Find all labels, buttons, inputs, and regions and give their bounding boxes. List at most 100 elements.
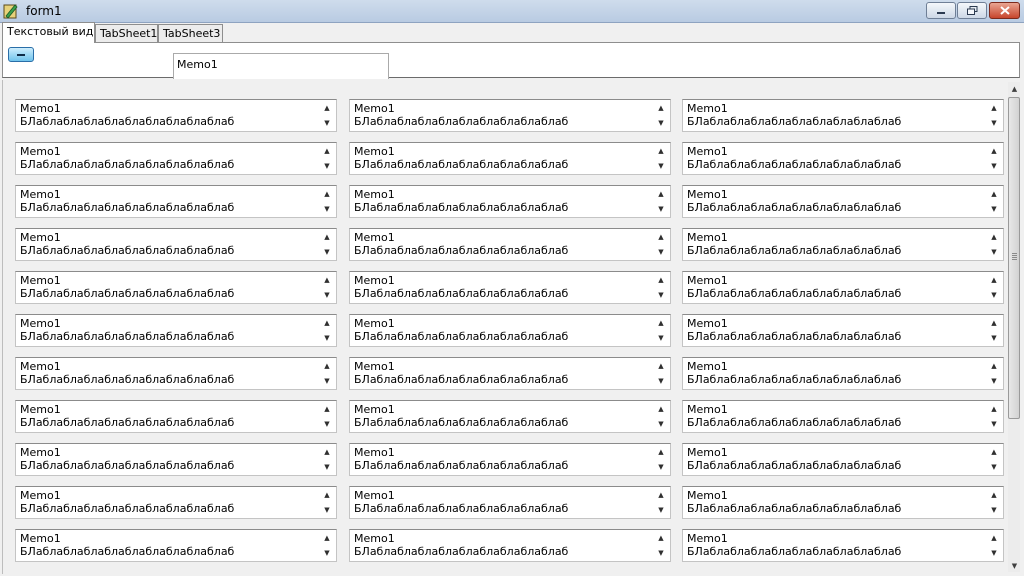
scroll-up-icon[interactable]: ▲ (987, 101, 1001, 115)
top-memo[interactable]: Memo1 (173, 53, 389, 79)
scroll-up-icon[interactable]: ▲ (320, 402, 334, 416)
scroll-up-icon[interactable]: ▲ (320, 531, 334, 545)
scroll-down-icon[interactable]: ▼ (987, 116, 1001, 130)
tab-tabsheet1[interactable]: TabSheet1 (95, 24, 158, 42)
scroll-down-icon[interactable]: ▼ (320, 202, 334, 216)
memo-box[interactable]: Memo1 БЛаблаблаблаблаблаблаблаблаблаб ▲ ▼ (15, 228, 337, 261)
scroll-down-icon[interactable]: ▼ (654, 503, 668, 517)
memo-box[interactable]: Memo1 БЛаблаблаблаблаблаблаблаблаблаб ▲ ▼ (15, 443, 337, 476)
memo-box[interactable]: Memo1 БЛаблаблаблаблаблаблаблаблаблаб ▲ ▼ (682, 228, 1004, 261)
scroll-down-icon[interactable]: ▼ (987, 202, 1001, 216)
scroll-down-icon[interactable]: ▼ (987, 417, 1001, 431)
scroll-up-icon[interactable]: ▲ (320, 187, 334, 201)
memo-box[interactable]: Memo1 БЛаблаблаблаблаблаблаблаблаблаб ▲ ▼ (349, 486, 671, 519)
memo-box[interactable]: Memo1 БЛаблаблаблаблаблаблаблаблаблаб ▲ ▼ (682, 271, 1004, 304)
scroll-down-icon[interactable]: ▼ (320, 546, 334, 560)
memo-box[interactable]: Memo1 БЛаблаблаблаблаблаблаблаблаблаб ▲ ▼ (682, 443, 1004, 476)
tab-text-view[interactable]: Текстовый вид (2, 22, 95, 43)
memo-box[interactable]: Memo1 БЛаблаблаблаблаблаблаблаблаблаб ▲ ▼ (15, 486, 337, 519)
memo-box[interactable]: Memo1 БЛаблаблаблаблаблаблаблаблаблаб ▲ ▼ (15, 400, 337, 433)
scroll-up-icon[interactable]: ▲ (987, 273, 1001, 287)
scroll-down-icon[interactable]: ▼ (987, 245, 1001, 259)
memo-box[interactable]: Memo1 БЛаблаблаблаблаблаблаблаблаблаб ▲ ▼ (349, 228, 671, 261)
scroll-up-icon[interactable]: ▲ (320, 488, 334, 502)
scroll-up-icon[interactable]: ▲ (654, 101, 668, 115)
scroll-up-icon[interactable]: ▲ (320, 230, 334, 244)
scroll-up-icon[interactable]: ▲ (320, 273, 334, 287)
memo-box[interactable]: Memo1 БЛаблаблаблаблаблаблаблаблаблаб ▲ ▼ (349, 357, 671, 390)
scroll-down-icon[interactable]: ▼ (654, 331, 668, 345)
scroll-up-icon[interactable]: ▲ (320, 316, 334, 330)
scroll-down-icon[interactable]: ▼ (987, 546, 1001, 560)
scroll-up-icon[interactable]: ▲ (1008, 82, 1020, 95)
memo-box[interactable]: Memo1 БЛаблаблаблаблаблаблаблаблаблаб ▲ ▼ (682, 400, 1004, 433)
scroll-down-icon[interactable]: ▼ (320, 116, 334, 130)
scroll-down-icon[interactable]: ▼ (654, 159, 668, 173)
scroll-down-icon[interactable]: ▼ (1008, 559, 1020, 572)
scroll-down-icon[interactable]: ▼ (654, 245, 668, 259)
scroll-down-icon[interactable]: ▼ (654, 116, 668, 130)
scroll-up-icon[interactable]: ▲ (320, 144, 334, 158)
close-button[interactable] (989, 2, 1020, 19)
scroll-down-icon[interactable]: ▼ (987, 288, 1001, 302)
memo-box[interactable]: Memo1 БЛаблаблаблаблаблаблаблаблаблаб ▲ ▼ (349, 185, 671, 218)
scroll-up-icon[interactable]: ▲ (987, 144, 1001, 158)
memo-box[interactable]: Memo1 БЛаблаблаблаблаблаблаблаблаблаб ▲ ▼ (349, 99, 671, 132)
memo-box[interactable]: Memo1 БЛаблаблаблаблаблаблаблаблаблаб ▲ ▼ (682, 357, 1004, 390)
memo-box[interactable]: Memo1 БЛаблаблаблаблаблаблаблаблаблаб ▲ ▼ (682, 142, 1004, 175)
scroll-up-icon[interactable]: ▲ (654, 144, 668, 158)
maximize-button[interactable] (957, 2, 987, 19)
memo-box[interactable]: Memo1 БЛаблаблаблаблаблаблаблаблаблаб ▲ ▼ (682, 486, 1004, 519)
scroll-up-icon[interactable]: ▲ (320, 101, 334, 115)
scroll-down-icon[interactable]: ▼ (987, 331, 1001, 345)
memo-box[interactable]: Memo1 БЛаблаблаблаблаблаблаблаблаблаб ▲ ▼ (349, 142, 671, 175)
scroll-up-icon[interactable]: ▲ (987, 187, 1001, 201)
scroll-up-icon[interactable]: ▲ (987, 445, 1001, 459)
scroll-down-icon[interactable]: ▼ (654, 288, 668, 302)
scroll-up-icon[interactable]: ▲ (654, 445, 668, 459)
scroll-down-icon[interactable]: ▼ (320, 374, 334, 388)
vertical-scrollbar[interactable]: ▲ ▼ (1008, 82, 1020, 572)
scroll-up-icon[interactable]: ▲ (654, 316, 668, 330)
scroll-up-icon[interactable]: ▲ (987, 359, 1001, 373)
scroll-up-icon[interactable]: ▲ (654, 230, 668, 244)
scroll-up-icon[interactable]: ▲ (654, 531, 668, 545)
memo-box[interactable]: Memo1 БЛаблаблаблаблаблаблаблаблаблаб ▲ ▼ (349, 314, 671, 347)
memo-box[interactable]: Memo1 БЛаблаблаблаблаблаблаблаблаблаб ▲ ▼ (349, 400, 671, 433)
memo-box[interactable]: Memo1 БЛаблаблаблаблаблаблаблаблаблаб ▲ ▼ (682, 185, 1004, 218)
memo-box[interactable]: Memo1 БЛаблаблаблаблаблаблаблаблаблаб ▲ ▼ (682, 314, 1004, 347)
memo-box[interactable]: Memo1 БЛаблаблаблаблаблаблаблаблаблаб ▲ ▼ (349, 529, 671, 562)
memo-box[interactable]: Memo1 БЛаблаблаблаблаблаблаблаблаблаб ▲ ▼ (15, 357, 337, 390)
scroll-up-icon[interactable]: ▲ (654, 402, 668, 416)
memo-box[interactable]: Memo1 БЛаблаблаблаблаблаблаблаблаблаб ▲ ▼ (349, 271, 671, 304)
scroll-down-icon[interactable]: ▼ (654, 546, 668, 560)
scroll-up-icon[interactable]: ▲ (654, 488, 668, 502)
scroll-up-icon[interactable]: ▲ (987, 316, 1001, 330)
scroll-up-icon[interactable]: ▲ (654, 273, 668, 287)
memo-box[interactable]: Memo1 БЛаблаблаблаблаблаблаблаблаблаб ▲ ▼ (15, 271, 337, 304)
minimize-button[interactable] (926, 2, 956, 19)
scroll-up-icon[interactable]: ▲ (654, 187, 668, 201)
scroll-down-icon[interactable]: ▼ (654, 417, 668, 431)
scroll-down-icon[interactable]: ▼ (320, 288, 334, 302)
scroll-down-icon[interactable]: ▼ (987, 374, 1001, 388)
scroll-down-icon[interactable]: ▼ (987, 460, 1001, 474)
scroll-thumb[interactable] (1008, 97, 1020, 419)
scroll-up-icon[interactable]: ▲ (654, 359, 668, 373)
scroll-down-icon[interactable]: ▼ (320, 159, 334, 173)
scroll-up-icon[interactable]: ▲ (987, 488, 1001, 502)
scroll-down-icon[interactable]: ▼ (320, 245, 334, 259)
scroll-down-icon[interactable]: ▼ (320, 460, 334, 474)
scroll-down-icon[interactable]: ▼ (987, 159, 1001, 173)
memo-box[interactable]: Memo1 БЛаблаблаблаблаблаблаблаблаблаб ▲ ▼ (682, 529, 1004, 562)
memo-box[interactable]: Memo1 БЛаблаблаблаблаблаблаблаблаблаб ▲ ▼ (682, 99, 1004, 132)
scroll-down-icon[interactable]: ▼ (320, 503, 334, 517)
scroll-up-icon[interactable]: ▲ (987, 531, 1001, 545)
scroll-down-icon[interactable]: ▼ (987, 503, 1001, 517)
memo-box[interactable]: Memo1 БЛаблаблаблаблаблаблаблаблаблаб ▲ ▼ (15, 99, 337, 132)
scroll-down-icon[interactable]: ▼ (320, 417, 334, 431)
memo-box[interactable]: Memo1 БЛаблаблаблаблаблаблаблаблаблаб ▲ ▼ (15, 142, 337, 175)
scroll-down-icon[interactable]: ▼ (654, 374, 668, 388)
scroll-up-icon[interactable]: ▲ (320, 359, 334, 373)
tab-tabsheet3[interactable]: TabSheet3 (158, 24, 223, 42)
